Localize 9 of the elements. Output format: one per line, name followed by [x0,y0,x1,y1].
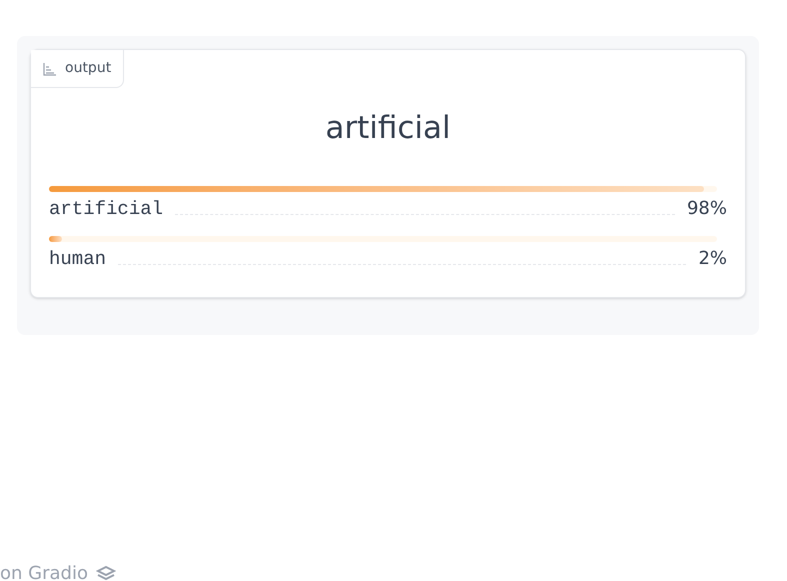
layers-icon [96,564,116,581]
confidence-value: 98% [686,198,727,220]
bar-chart-icon [43,62,57,76]
confidence-label: human [49,248,106,270]
predicted-label: artificial [325,109,451,148]
confidence-value: 2% [698,248,727,270]
confidence-label: artificial [49,198,164,220]
output-label: output [65,59,112,78]
footer-text: on Gradio [0,562,88,581]
